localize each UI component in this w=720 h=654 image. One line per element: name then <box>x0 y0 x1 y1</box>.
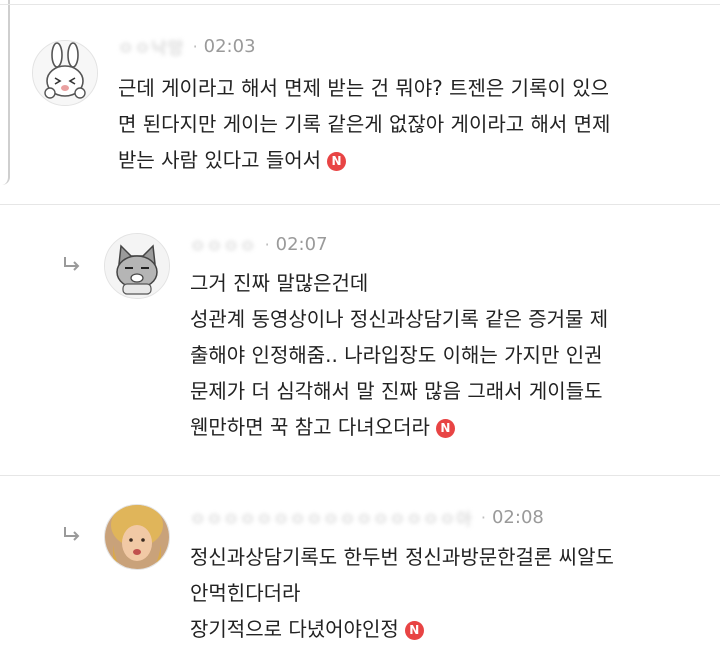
avatar[interactable] <box>104 504 170 570</box>
comment-line: 웬만하면 꾹 참고 다녀오더라 N <box>190 409 608 445</box>
reply-arrow-icon <box>64 257 80 271</box>
timestamp: 02:07 <box>275 234 328 255</box>
comment-body: 그거 진짜 말많은건데 성관계 동영상이나 정신과상담기록 같은 증거물 제 출… <box>190 265 608 445</box>
comment-line-text: 받는 사람 있다고 들어서 <box>118 148 322 172</box>
timestamp: 02:03 <box>203 36 256 57</box>
author-name[interactable]: ㅇㅇㅇㅇ <box>190 232 257 257</box>
comment-line: 그거 진짜 말많은건데 <box>190 271 369 295</box>
separator-dot: · <box>192 37 198 56</box>
divider <box>0 204 720 205</box>
author-name[interactable]: ㅇㅇ낙망 <box>118 34 185 59</box>
comment-line: 출해야 인정해줌.. 나라입장도 이해는 가지만 인권 <box>190 343 603 367</box>
separator-dot: · <box>480 508 486 527</box>
comment-line: 면 된다지만 게이는 기록 같은게 없잖아 게이라고 해서 면제 <box>118 112 611 136</box>
profile-photo-icon <box>105 505 169 569</box>
comment-body: 근데 게이라고 해서 면제 받는 건 뭐야? 트젠은 기록이 있으 면 된다지만… <box>118 70 610 178</box>
comment-line: 정신과상담기록도 한두번 정신과방문한걸론 씨알도 <box>190 545 614 569</box>
comment-line: 받는 사람 있다고 들어서 N <box>118 142 610 178</box>
comment-body: 정신과상담기록도 한두번 정신과방문한걸론 씨알도 안먹힌다더라 장기적으로 다… <box>190 539 614 647</box>
comment-line: 장기적으로 다녔어야인정 N <box>190 611 614 647</box>
author-name[interactable]: ㅇㅇㅇㅇㅇㅇㅇㅇㅇㅇㅇㅇㅇㅇㅇㅇ아 <box>190 505 473 530</box>
timestamp: 02:08 <box>491 507 544 528</box>
avatar[interactable] <box>104 233 170 299</box>
new-badge: N <box>404 620 424 640</box>
comment-line: 안먹힌다더라 <box>190 581 301 605</box>
new-badge: N <box>435 418 455 438</box>
comment-line-text: 웬만하면 꾹 참고 다녀오더라 <box>190 415 430 439</box>
comment-line: 근데 게이라고 해서 면제 받는 건 뭐야? 트젠은 기록이 있으 <box>118 76 610 100</box>
separator-dot: · <box>264 235 270 254</box>
divider <box>0 475 720 476</box>
comment-meta: ㅇㅇ낙망 · 02:03 <box>118 34 256 59</box>
new-badge: N <box>327 151 347 171</box>
reply-arrow-icon <box>64 527 80 541</box>
cat-avatar-icon <box>105 234 169 298</box>
comment-line: 성관계 동영상이나 정신과상담기록 같은 증거물 제 <box>190 307 609 331</box>
comment-meta: ㅇㅇㅇㅇㅇㅇㅇㅇㅇㅇㅇㅇㅇㅇㅇㅇ아 · 02:08 <box>190 505 544 530</box>
divider <box>0 4 720 5</box>
comment-line-text: 장기적으로 다녔어야인정 <box>190 617 399 641</box>
bunny-avatar-icon <box>33 41 97 105</box>
avatar[interactable] <box>32 40 98 106</box>
thread-edge <box>0 0 10 185</box>
comment-meta: ㅇㅇㅇㅇ · 02:07 <box>190 232 328 257</box>
comment-line: 문제가 더 심각해서 말 진짜 많음 그래서 게이들도 <box>190 379 603 403</box>
